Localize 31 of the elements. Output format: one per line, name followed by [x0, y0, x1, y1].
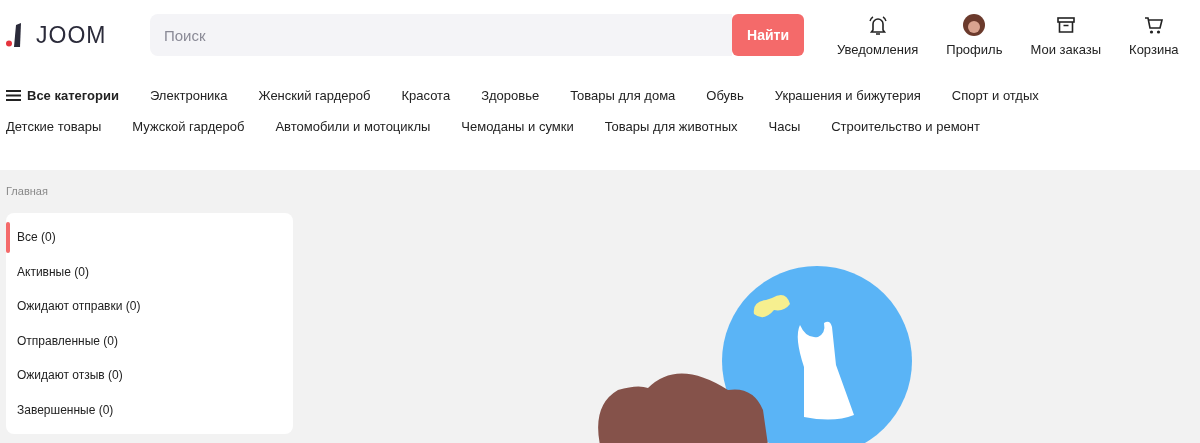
category-link[interactable]: Чемоданы и сумки [461, 111, 574, 142]
category-link[interactable]: Товары для дома [570, 80, 676, 111]
nav-button[interactable]: Профиль [946, 13, 1003, 57]
nav-button[interactable]: Уведомления [837, 13, 919, 57]
avatar-icon [963, 13, 986, 36]
menu-icon [6, 90, 21, 101]
all-categories-button[interactable]: Все категории [6, 80, 119, 111]
search-field[interactable]: Поиск [150, 14, 732, 56]
category-link[interactable]: Здоровье [481, 80, 540, 111]
order-filter-item[interactable]: Ожидают отзыв (0) [6, 358, 293, 393]
order-filter-item[interactable]: Отправленные (0) [6, 323, 293, 358]
category-link[interactable]: Мужской гардероб [132, 111, 245, 142]
category-link[interactable]: Строительство и ремонт [831, 111, 980, 142]
order-filter-item[interactable]: Завершенные (0) [6, 392, 293, 427]
order-filter-item[interactable]: Активные (0) [6, 254, 293, 289]
category-link[interactable]: Обувь [706, 80, 744, 111]
category-link[interactable]: Электроника [149, 80, 228, 111]
category-link[interactable]: Женский гардероб [258, 80, 371, 111]
category-link[interactable]: Товары для животных [604, 111, 738, 142]
category-link[interactable]: Детские товары [6, 111, 102, 142]
logo-icon[interactable] [6, 23, 22, 47]
order-filter-item[interactable]: Ожидают отправки (0) [6, 289, 293, 324]
category-link[interactable]: Спорт и отдых [951, 80, 1039, 111]
category-link[interactable]: Часы [768, 111, 801, 142]
nav-button[interactable]: Мои заказы [1030, 13, 1102, 57]
category-link[interactable]: Украшения и бижутерия [774, 80, 921, 111]
category-link[interactable]: Автомобили и мотоциклы [275, 111, 431, 142]
category-link[interactable]: Красота [401, 80, 451, 111]
logo-text[interactable]: JOOM [36, 21, 107, 49]
nav-button[interactable]: Корзина [1129, 13, 1179, 57]
order-filter-item[interactable]: Все (0) [6, 220, 293, 255]
